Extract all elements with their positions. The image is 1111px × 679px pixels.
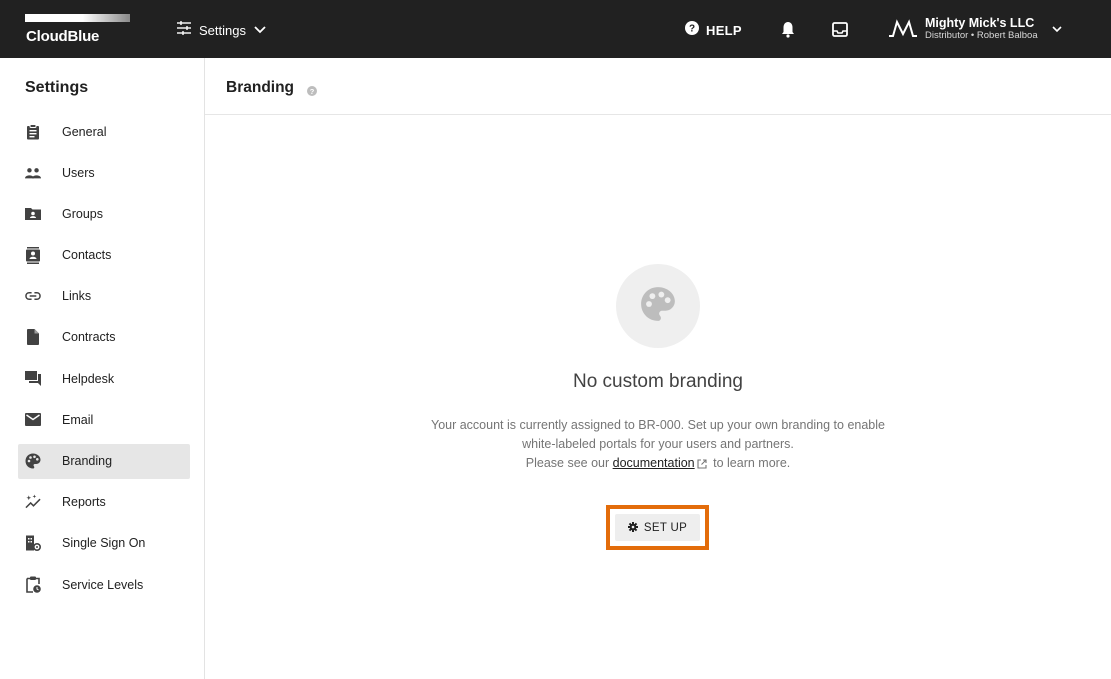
sidebar-item-label: Links: [62, 289, 92, 304]
sidebar-item-single-sign-on[interactable]: Single Sign On: [18, 526, 190, 561]
empty-state-title: No custom branding: [572, 371, 744, 392]
sidebar-item-label: Contracts: [62, 330, 116, 345]
sidebar-item-label: Contacts: [62, 248, 112, 263]
svg-text:?: ?: [689, 23, 695, 34]
contacts-icon: [25, 246, 41, 264]
settings-sidebar: Settings General Users Groups Contacts L…: [0, 58, 205, 679]
clipboard-icon: [25, 123, 41, 140]
sidebar-item-label: Reports: [62, 495, 106, 510]
logo-text: CloudBlue: [26, 28, 100, 45]
account-menu[interactable]: Mighty Mick's LLC Distributor • Robert B…: [887, 14, 1062, 44]
domain-gear-icon: [25, 535, 41, 552]
description-line-2: white-labeled portals for your users and…: [522, 437, 794, 451]
inbox-icon[interactable]: [832, 22, 848, 42]
documentation-link[interactable]: documentation: [613, 456, 695, 470]
empty-state: No custom branding Your account is curre…: [205, 115, 1111, 679]
svg-text:?: ?: [310, 87, 315, 96]
settings-menu-dropdown[interactable]: Settings: [176, 20, 266, 40]
file-icon: [25, 329, 41, 346]
description-prefix: Please see our: [525, 456, 610, 470]
tune-icon: [176, 20, 192, 41]
sidebar-item-links[interactable]: Links: [18, 279, 190, 314]
open-in-new-icon: [697, 456, 707, 475]
gear-icon: [627, 519, 638, 537]
help-circle-icon[interactable]: ?: [307, 83, 317, 101]
sidebar-item-email[interactable]: Email: [18, 402, 190, 437]
description-line-1: Your account is currently assigned to BR…: [431, 418, 885, 432]
sidebar-item-service-levels[interactable]: Service Levels: [18, 567, 190, 602]
users-icon: [25, 165, 41, 181]
setup-button-label: SET UP: [643, 521, 688, 534]
palette-icon: [640, 286, 676, 327]
sidebar-item-label: Email: [62, 412, 94, 427]
settings-nav: General Users Groups Contacts Links Cont…: [18, 114, 190, 608]
sidebar-item-reports[interactable]: Reports: [18, 485, 190, 520]
link-icon: [25, 288, 41, 304]
sidebar-item-branding[interactable]: Branding: [18, 443, 190, 479]
sidebar-title: Settings: [25, 79, 89, 96]
settings-menu-label: Settings: [199, 22, 246, 38]
setup-button-highlight: SET UP: [606, 505, 709, 550]
sidebar-item-groups[interactable]: Groups: [18, 196, 190, 231]
empty-state-illustration: [616, 264, 700, 348]
sidebar-item-label: Groups: [62, 206, 103, 221]
email-icon: [25, 412, 41, 428]
chevron-down-icon: [1052, 20, 1062, 38]
sidebar-item-label: Branding: [62, 454, 113, 468]
account-logo-icon: [887, 19, 919, 39]
sparkle-chart-icon: [25, 494, 41, 510]
sidebar-item-general[interactable]: General: [18, 114, 190, 149]
sidebar-item-users[interactable]: Users: [18, 155, 190, 190]
sidebar-item-label: Helpdesk: [62, 371, 115, 386]
account-subtitle: Distributor • Robert Balboa: [925, 30, 1038, 41]
top-bar: CloudBlue Settings ? HELP Mighty Mick's …: [0, 0, 1111, 58]
folder-account-icon: [25, 206, 41, 222]
sidebar-item-contacts[interactable]: Contacts: [18, 238, 190, 273]
empty-state-description: Your account is currently assigned to BR…: [388, 416, 928, 475]
help-button[interactable]: ? HELP: [685, 20, 742, 40]
sidebar-item-contracts[interactable]: Contracts: [18, 320, 190, 355]
page-title: Branding: [226, 79, 295, 96]
description-suffix: to learn more.: [713, 456, 791, 470]
description-line-3: Please see our documentation to learn mo…: [388, 454, 928, 475]
cloudblue-logo[interactable]: CloudBlue: [25, 14, 131, 46]
help-label: HELP: [706, 22, 742, 38]
logo-bar: [25, 14, 130, 22]
sidebar-item-label: Single Sign On: [62, 536, 146, 551]
sidebar-item-label: General: [62, 124, 107, 139]
page-header: Branding ?: [205, 58, 1111, 115]
notifications-bell-icon[interactable]: [781, 21, 795, 43]
chevron-down-icon: [254, 21, 266, 39]
help-circle-icon: ?: [685, 20, 699, 40]
sidebar-item-helpdesk[interactable]: Helpdesk: [18, 361, 190, 396]
setup-button[interactable]: SET UP: [615, 514, 700, 541]
palette-icon: [25, 453, 41, 469]
forum-icon: [25, 371, 41, 387]
sidebar-item-label: Users: [62, 165, 95, 180]
clipboard-clock-icon: [25, 576, 41, 593]
account-name: Mighty Mick's LLC: [925, 16, 1035, 30]
sidebar-item-label: Service Levels: [62, 577, 144, 592]
